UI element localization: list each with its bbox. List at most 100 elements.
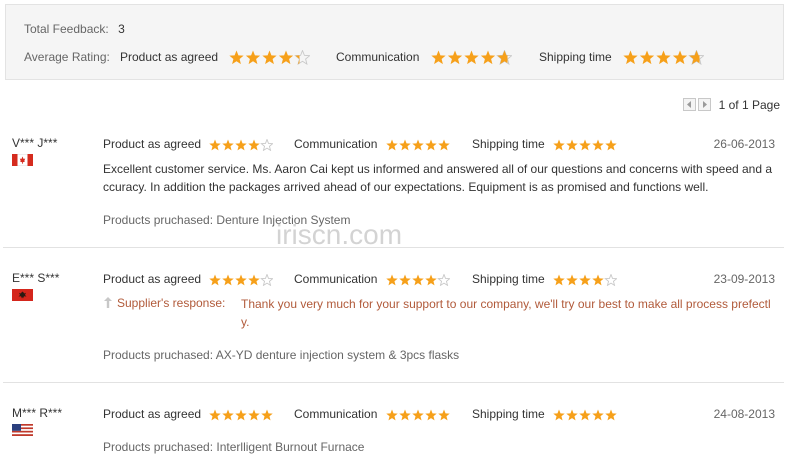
star-icon: [260, 138, 274, 151]
star-icon: [431, 50, 446, 65]
star-icon: [399, 139, 411, 151]
stars-graphic: [553, 139, 617, 151]
star-icon: [260, 273, 274, 286]
avg-rating-shipping: Shipping time: [539, 49, 705, 66]
star-icon: [399, 409, 411, 421]
stars-graphic: [209, 138, 274, 151]
star-icon: [386, 409, 398, 421]
rating-communication: Communication: [294, 271, 450, 287]
feedback-summary: Total Feedback: 3 Average Rating: Produc…: [5, 4, 784, 80]
star-icon: [209, 139, 222, 151]
star-icon: [623, 50, 638, 65]
star-rating: [386, 409, 450, 421]
star-icon: [579, 409, 591, 421]
rating-shipping: Shipping time: [472, 271, 618, 287]
star-icon: [222, 139, 235, 151]
star-icon: [639, 50, 655, 65]
rating-communication: Communication: [294, 406, 450, 422]
avg-rating-product: Product as agreed: [120, 49, 311, 66]
star-icon: [553, 139, 565, 151]
star-icon: [412, 274, 424, 286]
star-icon: [246, 50, 261, 65]
star-rating: [209, 273, 274, 286]
star-rating: [209, 138, 274, 151]
review-date: 23-09-2013: [713, 272, 775, 286]
star-icon: [592, 409, 604, 421]
rating-shipping: Shipping time: [472, 136, 617, 152]
star-rating: [386, 139, 450, 151]
review-date: 26-06-2013: [713, 137, 775, 151]
stars-graphic: [386, 409, 450, 421]
chevron-left-icon: [686, 101, 691, 109]
stars-graphic: [229, 50, 311, 66]
review-ratings-row: Product as agreed Communication Shipping…: [103, 406, 775, 422]
review-comment: Excellent customer service. Ms. Aaron Ca…: [103, 162, 773, 194]
average-rating-row: Average Rating: Product as agreed Commun…: [24, 49, 784, 66]
star-rating: [431, 50, 512, 66]
star-icon: [261, 409, 274, 421]
star-icon: [222, 409, 235, 421]
rating-communication-label: Communication: [294, 407, 378, 421]
star-rating: [553, 139, 617, 151]
star-icon: [412, 139, 424, 151]
star-icon: [672, 50, 688, 65]
star-rating: [623, 50, 705, 66]
star-icon: [480, 50, 495, 65]
stars-graphic: [386, 139, 450, 151]
star-icon: [209, 409, 222, 421]
star-icon: [209, 274, 222, 286]
usa-flag-icon: [12, 424, 33, 436]
supplier-response-header: Supplier's response:: [103, 296, 225, 310]
albania-flag-icon: [12, 289, 33, 301]
stars-graphic: [623, 50, 705, 66]
rating-shipping-label: Shipping time: [472, 407, 545, 421]
average-rating-label: Average Rating:: [24, 50, 110, 64]
star-rating: [553, 273, 618, 286]
star-icon: [248, 274, 261, 286]
star-icon: [222, 274, 235, 286]
star-rating: [553, 409, 617, 421]
prev-page-button[interactable]: [682, 98, 696, 112]
rating-product: Product as agreed: [103, 271, 274, 287]
star-icon: [425, 274, 437, 286]
avg-rating-shipping-label: Shipping time: [539, 50, 612, 64]
star-rating: [386, 273, 450, 286]
star-icon: [553, 274, 565, 286]
star-icon: [386, 139, 398, 151]
divider: [3, 382, 784, 383]
star-icon: [438, 139, 450, 151]
reviewer-name: M*** R***: [12, 406, 63, 420]
pagination: 1 of 1 Page: [682, 96, 780, 112]
stars-graphic: [209, 273, 274, 286]
star-icon: [235, 139, 248, 151]
rating-product: Product as agreed: [103, 136, 274, 152]
review-ratings-row: Product as agreed Communication Shipping…: [103, 271, 775, 287]
review-ratings-row: Product as agreed Communication Shipping…: [103, 136, 775, 152]
star-icon: [592, 139, 604, 151]
star-icon: [447, 50, 462, 65]
total-feedback-value: 3: [118, 22, 125, 36]
rating-shipping-label: Shipping time: [472, 137, 545, 151]
star-icon: [553, 409, 565, 421]
avg-rating-communication-label: Communication: [336, 50, 420, 64]
canada-flag-icon: [12, 154, 33, 166]
star-icon: [229, 50, 245, 65]
star-icon: [566, 139, 578, 151]
reviewer-name: E*** S***: [12, 271, 60, 285]
avg-rating-product-label: Product as agreed: [120, 50, 219, 64]
avg-rating-communication: Communication: [336, 49, 512, 66]
rating-shipping-label: Shipping time: [472, 272, 545, 286]
star-icon: [604, 273, 618, 286]
star-icon: [464, 50, 479, 65]
star-icon: [579, 274, 591, 286]
star-icon: [248, 409, 261, 421]
next-page-button[interactable]: [697, 98, 711, 112]
star-icon: [605, 139, 617, 151]
star-icon: [425, 409, 437, 421]
star-icon: [235, 409, 248, 421]
star-icon: [438, 409, 450, 421]
rating-product-label: Product as agreed: [103, 407, 202, 421]
star-icon: [579, 139, 591, 151]
rating-shipping: Shipping time: [472, 406, 617, 422]
star-rating: [229, 50, 311, 66]
